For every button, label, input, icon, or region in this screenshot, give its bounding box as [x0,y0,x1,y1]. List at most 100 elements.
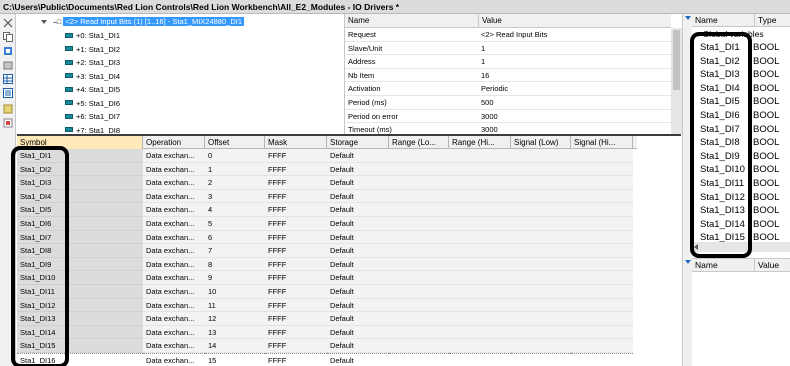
cell-empty[interactable] [571,325,633,340]
column-name[interactable]: Name [345,14,369,28]
cell-empty[interactable] [389,285,449,299]
cell-empty[interactable] [571,312,633,326]
cut-icon[interactable] [3,18,13,28]
cell-storage[interactable]: Default [327,353,389,366]
table-row[interactable]: Sta1_DI16 Data exchan... 15 FFFF Default [17,353,637,366]
cell-empty[interactable] [389,244,449,258]
cell-offset[interactable]: 0 [205,149,265,163]
column-value[interactable]: Value [478,14,502,28]
property-row[interactable]: Period on error 3000 [345,110,671,124]
cell-empty[interactable] [389,162,449,177]
scrollbar-thumb[interactable] [673,30,680,90]
table-row[interactable]: Sta1_DI15 Data exchan... 14 FFFF Default [17,339,637,353]
table-row[interactable]: Sta1_DI9 Data exchan... 8 FFFF Default [17,257,637,272]
cell-empty[interactable] [511,271,571,285]
cell-empty[interactable] [449,271,511,285]
table-row[interactable]: Sta1_DI12 Data exchan... 11 FFFF Default [17,298,637,313]
cell-offset[interactable]: 15 [205,353,265,366]
cell-mask[interactable]: FFFF [265,285,327,299]
cell-storage[interactable]: Default [327,312,389,326]
cell-empty[interactable] [511,257,571,272]
column-range-low[interactable]: Range (Lo... [389,136,449,149]
cell-offset[interactable]: 4 [205,203,265,217]
delete-icon[interactable] [3,60,13,70]
cell-operation[interactable]: Data exchan... [143,149,205,163]
cell-empty[interactable] [389,149,449,163]
cell-empty[interactable] [389,325,449,340]
cell-empty[interactable] [511,312,571,326]
property-row[interactable]: Activation Periodic [345,82,671,96]
column-name[interactable]: Name [692,259,718,272]
tree-node-child[interactable]: +6: Sta1_DI7 [65,110,120,123]
cell-mask[interactable]: FFFF [265,217,327,231]
cell-offset[interactable]: 9 [205,271,265,285]
cell-empty[interactable] [511,230,571,245]
cell-operation[interactable]: Data exchan... [143,203,205,217]
column-mask[interactable]: Mask [265,136,327,149]
cell-operation[interactable]: Data exchan... [143,162,205,177]
cell-empty[interactable] [389,271,449,285]
cell-operation[interactable]: Data exchan... [143,271,205,285]
properties-icon[interactable] [3,104,13,114]
tree-node-child[interactable]: +7: Sta1_DI8 [65,124,120,134]
cell-offset[interactable]: 13 [205,325,265,340]
cell-offset[interactable]: 11 [205,298,265,313]
cell-mask[interactable]: FFFF [265,325,327,340]
cell-offset[interactable]: 14 [205,339,265,353]
cell-empty[interactable] [511,325,571,340]
tool-icon[interactable] [3,118,13,128]
cell-operation[interactable]: Data exchan... [143,353,205,366]
cell-offset[interactable]: 5 [205,217,265,231]
cell-offset[interactable]: 6 [205,230,265,245]
cell-empty[interactable] [571,162,633,177]
cell-mask[interactable]: FFFF [265,271,327,285]
cell-mask[interactable]: FFFF [265,312,327,326]
cell-storage[interactable]: Default [327,244,389,258]
property-row[interactable]: Slave/Unit 1 [345,42,671,56]
cell-empty[interactable] [511,298,571,313]
cell-offset[interactable]: 10 [205,285,265,299]
cell-empty[interactable] [511,244,571,258]
cell-empty[interactable] [571,176,633,190]
table-row[interactable]: Sta1_DI5 Data exchan... 4 FFFF Default [17,203,637,217]
cell-empty[interactable] [449,176,511,190]
cell-operation[interactable]: Data exchan... [143,176,205,190]
cell-offset[interactable]: 3 [205,189,265,204]
cell-storage[interactable]: Default [327,176,389,190]
column-type[interactable]: Type [754,14,776,27]
cell-offset[interactable]: 8 [205,257,265,272]
cell-storage[interactable]: Default [327,285,389,299]
property-row[interactable]: Nb Item 16 [345,69,671,83]
cell-operation[interactable]: Data exchan... [143,285,205,299]
cell-empty[interactable] [449,162,511,177]
column-offset[interactable]: Offset [205,136,265,149]
cell-offset[interactable]: 1 [205,162,265,177]
cell-empty[interactable] [389,176,449,190]
table-row[interactable]: Sta1_DI3 Data exchan... 2 FFFF Default [17,176,637,190]
table-row[interactable]: Sta1_DI8 Data exchan... 7 FFFF Default [17,244,637,258]
copy-icon[interactable] [3,32,13,42]
cell-empty[interactable] [571,285,633,299]
cell-empty[interactable] [449,285,511,299]
cell-empty[interactable] [449,244,511,258]
cell-empty[interactable] [449,298,511,313]
cell-operation[interactable]: Data exchan... [143,217,205,231]
tree-node-child[interactable]: +5: Sta1_DI6 [65,97,120,110]
paste-icon[interactable] [3,46,13,56]
cell-empty[interactable] [571,257,633,272]
cell-operation[interactable]: Data exchan... [143,230,205,245]
cell-mask[interactable]: FFFF [265,298,327,313]
property-row[interactable]: Period (ms) 500 [345,96,671,110]
collapse-arrow-icon[interactable] [41,20,47,25]
cell-storage[interactable]: Default [327,162,389,177]
cell-empty[interactable] [389,339,449,353]
cell-empty[interactable] [511,217,571,231]
pin-arrow-icon[interactable] [685,16,691,20]
grid-view-icon[interactable] [3,74,13,84]
properties-scrollbar[interactable] [671,28,682,134]
cell-empty[interactable] [389,230,449,245]
cell-storage[interactable]: Default [327,230,389,245]
cell-empty[interactable] [511,189,571,204]
cell-empty[interactable] [449,217,511,231]
cell-mask[interactable]: FFFF [265,149,327,163]
